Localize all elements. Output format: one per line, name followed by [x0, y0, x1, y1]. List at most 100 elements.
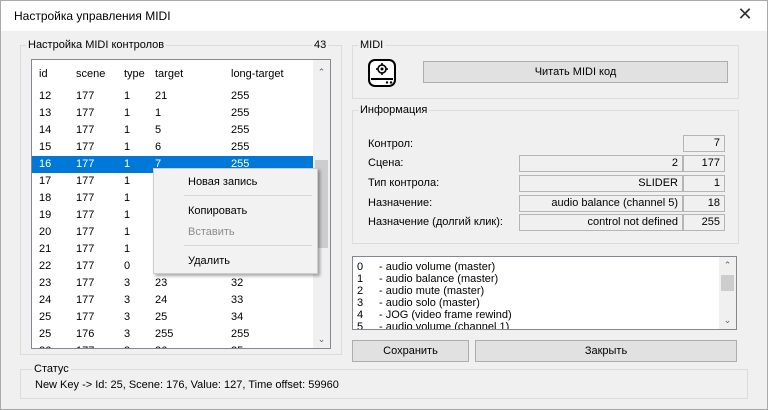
cell-id: 22	[39, 260, 52, 272]
status-text: New Key -> Id: 25, Scene: 176, Value: 12…	[35, 379, 339, 391]
cell-id: 21	[39, 243, 52, 255]
cell-type: 0	[124, 260, 131, 272]
list-item-number: 5	[357, 321, 364, 330]
long-target-value-secondary: 255	[683, 214, 725, 231]
title-bar: Настройка управления MIDI ✕	[1, 1, 767, 31]
cell-scene: 177	[76, 107, 95, 119]
scroll-down-icon[interactable]: ⌄	[313, 331, 330, 348]
close-button[interactable]: Закрыть	[475, 340, 737, 362]
menu-item-new-record[interactable]: Новая запись	[188, 176, 257, 188]
scene-label: Сцена:	[368, 157, 404, 169]
window-title: Настройка управления MIDI	[14, 9, 171, 23]
list-item-number: 3	[357, 297, 364, 309]
cell-type: 3	[124, 277, 131, 289]
read-midi-code-button[interactable]: Читать MIDI код	[423, 61, 728, 83]
list-item-number: 1	[357, 273, 364, 285]
cell-scene: 177	[76, 277, 95, 289]
table-row[interactable]: 25 176 3 255 255	[32, 326, 314, 343]
midi-controls-group-label: Настройка MIDI контролов	[26, 39, 167, 51]
table-header: id scene type target long-target	[32, 60, 314, 88]
list-item-number: 2	[357, 285, 364, 297]
control-type-value-secondary: 1	[683, 175, 725, 192]
list-item-number: 0	[357, 261, 364, 273]
status-group-label: Статус	[32, 363, 71, 375]
cell-long-target: 255	[231, 124, 250, 136]
scroll-up-icon[interactable]: ⌃	[719, 257, 736, 274]
cell-id: 19	[39, 209, 52, 221]
controls-count: 43	[312, 39, 329, 51]
list-item-number: 4	[357, 309, 364, 321]
info-group-label: Информация	[358, 104, 430, 116]
cell-long-target: 255	[231, 90, 250, 102]
column-header-long-target[interactable]: long-target	[231, 68, 284, 80]
table-row[interactable]: 15 177 1 6 255	[32, 139, 314, 156]
cell-scene: 177	[76, 345, 94, 348]
cell-long-target: 35	[231, 345, 243, 348]
cell-long-target: 255	[231, 141, 250, 153]
cell-target: 6	[155, 141, 162, 153]
menu-separator	[184, 195, 312, 196]
column-header-target[interactable]: target	[155, 68, 183, 80]
scroll-down-icon[interactable]: ⌄	[719, 312, 736, 329]
cell-long-target: 33	[231, 294, 244, 306]
cell-target: 25	[155, 311, 168, 323]
cell-id: 25	[39, 328, 52, 340]
close-icon[interactable]: ✕	[731, 5, 759, 27]
table-row[interactable]: 26 177 3 26 35	[32, 343, 314, 348]
menu-item-delete[interactable]: Удалить	[188, 255, 230, 267]
cell-type: 1	[124, 243, 131, 255]
targets-list-scrollbar[interactable]: ⌃ ⌄	[719, 257, 736, 329]
cell-target: 5	[155, 124, 162, 136]
cell-long-target: 34	[231, 311, 244, 323]
cell-id: 18	[39, 192, 52, 204]
scroll-thumb[interactable]	[721, 275, 734, 291]
cell-target: 23	[155, 277, 168, 289]
table-row[interactable]: 13 177 1 1 255	[32, 105, 314, 122]
cell-type: 1	[124, 209, 131, 221]
table-row[interactable]: 24 177 3 24 33	[32, 292, 314, 309]
cell-type: 1	[124, 141, 131, 153]
cell-target: 1	[155, 107, 162, 119]
column-header-type[interactable]: type	[124, 68, 145, 80]
cell-type: 1	[124, 175, 131, 187]
scene-value-primary: 2	[519, 155, 683, 172]
cell-type: 3	[124, 328, 131, 340]
menu-item-copy[interactable]: Копировать	[188, 205, 247, 217]
table-row[interactable]: 23 177 3 23 32	[32, 275, 314, 292]
control-type-value-primary: SLIDER	[519, 175, 683, 192]
column-header-id[interactable]: id	[39, 68, 48, 80]
cell-id: 25	[39, 311, 52, 323]
cell-long-target: 255	[231, 328, 250, 340]
long-target-value-primary: control not defined	[519, 214, 683, 231]
list-item-text: - JOG (video frame rewind)	[379, 309, 512, 321]
control-value: 7	[683, 135, 725, 152]
cell-scene: 177	[76, 311, 95, 323]
cell-scene: 177	[76, 175, 95, 187]
column-header-scene[interactable]: scene	[76, 68, 105, 80]
cell-scene: 177	[76, 226, 95, 238]
cell-id: 20	[39, 226, 52, 238]
list-item-text: - audio volume (channel 1)	[379, 321, 510, 330]
table-row[interactable]: 14 177 1 5 255	[32, 122, 314, 139]
cell-scene: 177	[76, 90, 95, 102]
table-row[interactable]: 12 177 1 21 255	[32, 88, 314, 105]
cell-id: 23	[39, 277, 52, 289]
context-menu: Новая запись Копировать Вставить Удалить	[153, 168, 318, 274]
cell-target: 26	[155, 345, 167, 348]
control-label: Контрол:	[368, 138, 414, 150]
cell-id: 26	[39, 345, 51, 348]
save-button[interactable]: Сохранить	[352, 340, 469, 362]
cell-id: 12	[39, 90, 52, 102]
targets-list[interactable]: 0 - audio volume (master) 1 - audio balance…	[352, 256, 737, 330]
scroll-up-icon[interactable]: ⌃	[313, 64, 330, 81]
cell-scene: 177	[76, 124, 95, 136]
cell-target: 255	[155, 328, 174, 340]
cell-scene: 177	[76, 260, 95, 272]
midi-device-settings-icon	[367, 58, 397, 91]
list-item-text: - audio balance (master)	[379, 273, 499, 285]
cell-scene: 177	[76, 141, 95, 153]
cell-scene: 177	[76, 243, 95, 255]
table-row[interactable]: 25 177 3 25 34	[32, 309, 314, 326]
list-item-text: - audio volume (master)	[379, 261, 496, 273]
list-item-text: - audio mute (master)	[379, 285, 485, 297]
